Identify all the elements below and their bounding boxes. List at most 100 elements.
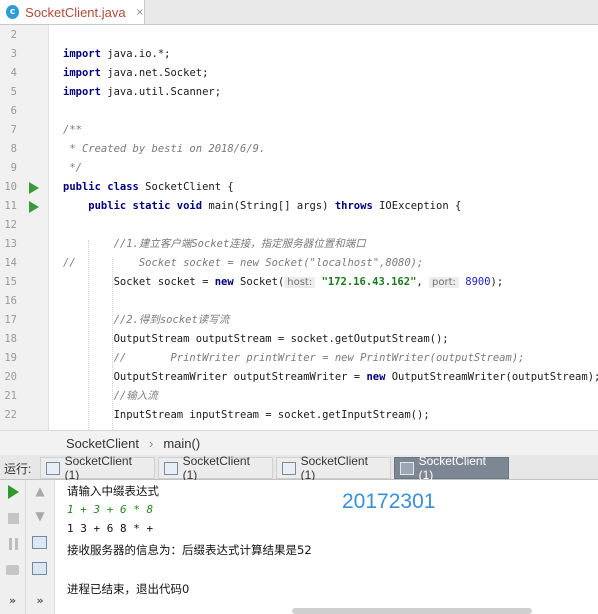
code-text: */ — [63, 159, 82, 178]
run-gutter-icon[interactable] — [29, 182, 39, 194]
breadcrumb-method[interactable]: main() — [163, 436, 200, 451]
soft-wrap-button[interactable] — [31, 534, 48, 550]
code-line[interactable]: 5 import java.util.Scanner; — [0, 83, 598, 102]
code-token: ); — [490, 276, 504, 288]
run-tab-bar: 运行: SocketClient (1) SocketClient (1) So… — [0, 454, 598, 482]
line-number: 13 — [4, 238, 17, 250]
code-token: , — [416, 276, 430, 288]
code-text: // Socket socket = new Socket("localhost… — [63, 254, 423, 273]
code-line[interactable]: 10 public class SocketClient { — [0, 178, 598, 197]
code-line[interactable]: 13 //1.建立客户端Socket连接，指定服务器位置和端口 — [0, 235, 598, 254]
line-number: 10 — [4, 181, 17, 193]
code-token: throws — [334, 200, 373, 212]
scroll-to-end-button[interactable] — [31, 560, 48, 576]
line-number: 21 — [4, 390, 17, 402]
run-config-icon — [400, 461, 414, 475]
code-text: //1.建立客户端Socket连接，指定服务器位置和端口 — [63, 235, 366, 254]
editor-tab-filename: SocketClient.java — [25, 4, 126, 20]
double-chevron-icon: » — [8, 593, 17, 607]
rerun-button[interactable] — [6, 484, 20, 500]
code-text: /** — [63, 121, 82, 140]
code-line[interactable]: 8 * Created by besti on 2018/6/9. — [0, 140, 598, 159]
scroll-up-button[interactable]: ▲ — [32, 483, 48, 499]
scroll-to-end-icon — [32, 561, 47, 575]
line-number: 6 — [10, 105, 17, 117]
code-editor[interactable]: 2 3 import java.io.*; 4 import java.net.Sock… — [0, 25, 598, 430]
code-line[interactable]: 9 */ — [0, 159, 598, 178]
code-token: OutputStreamWriter(outputStream); — [385, 371, 598, 383]
code-token: InputStream inputStream = socket.getInpu… — [63, 409, 430, 421]
code-line[interactable]: 7 /** — [0, 121, 598, 140]
breadcrumb: SocketClient › main() — [0, 430, 598, 456]
code-token: OutputStream outputStream = socket.getOu… — [63, 333, 449, 345]
pause-icon — [8, 538, 19, 550]
run-tab-4-active[interactable]: SocketClient (1) — [394, 454, 509, 482]
code-token: * Created by besti on 2018/6/9. — [63, 143, 266, 155]
code-line[interactable]: 15 Socket socket = new Socket(host: "172… — [0, 273, 598, 292]
code-line[interactable]: 3 import java.io.*; — [0, 45, 598, 64]
close-tab-icon[interactable]: × — [136, 7, 144, 18]
run-tab-1[interactable]: SocketClient (1) — [40, 454, 155, 482]
run-tab-label: SocketClient (1) — [300, 454, 368, 482]
code-token: //2.得到socket读写流 — [63, 314, 230, 326]
dump-threads-button[interactable] — [5, 562, 20, 578]
code-text: OutputStream outputStream = socket.getOu… — [63, 330, 449, 349]
stop-button[interactable] — [6, 510, 20, 526]
run-tab-3[interactable]: SocketClient (1) — [276, 454, 391, 482]
code-line[interactable]: 4 import java.net.Socket; — [0, 64, 598, 83]
code-text: OutputStreamWriter outputStreamWriter = … — [63, 368, 598, 387]
run-toolbar-left: » — [0, 480, 26, 614]
console-line: 请输入中缀表达式 — [67, 484, 159, 498]
code-token: 8900 — [465, 276, 491, 288]
pause-button[interactable] — [6, 536, 20, 552]
more-tools-button-2[interactable]: » — [32, 592, 48, 608]
run-tab-label: SocketClient (1) — [418, 454, 486, 482]
code-line[interactable]: 17 //2.得到socket读写流 — [0, 311, 598, 330]
double-chevron-icon: » — [36, 593, 44, 607]
code-token: java.io.*; — [100, 48, 171, 60]
code-line[interactable]: 6 — [0, 102, 598, 121]
code-line[interactable]: 22 InputStream inputStream = socket.getI… — [0, 406, 598, 425]
code-text: public static void main(String[] args) t… — [63, 197, 461, 216]
parameter-hint: host: — [284, 277, 316, 288]
line-number: 17 — [4, 314, 17, 326]
code-token: SocketClient { — [138, 181, 234, 193]
line-number: 12 — [4, 219, 17, 231]
line-number: 18 — [4, 333, 17, 345]
line-number: 19 — [4, 352, 17, 364]
code-line[interactable]: 18 OutputStream outputStream = socket.ge… — [0, 330, 598, 349]
run-config-icon — [164, 461, 178, 475]
code-token: new — [214, 276, 234, 288]
line-number: 14 — [4, 257, 17, 269]
code-token: // Socket socket = new Socket("localhost… — [63, 257, 424, 269]
code-line[interactable]: 20 OutputStreamWriter outputStreamWriter… — [0, 368, 598, 387]
scroll-down-button[interactable]: ▼ — [32, 508, 48, 524]
more-tools-button[interactable]: » — [5, 592, 20, 608]
code-token: new — [366, 371, 386, 383]
code-text: import java.io.*; — [63, 45, 170, 64]
code-text: public class SocketClient { — [63, 178, 234, 197]
code-token: */ — [63, 162, 82, 174]
run-gutter-icon[interactable] — [29, 201, 39, 213]
code-token: Socket socket = — [63, 276, 215, 288]
horizontal-scrollbar[interactable] — [292, 608, 532, 614]
code-line[interactable]: 2 — [0, 26, 598, 45]
code-token: java.net.Socket; — [100, 67, 209, 79]
play-icon — [7, 485, 19, 499]
breadcrumb-class[interactable]: SocketClient — [66, 436, 139, 451]
code-line[interactable]: 14 // Socket socket = new Socket("localho… — [0, 254, 598, 273]
code-line[interactable]: 19 // PrintWriter printWriter = new Prin… — [0, 349, 598, 368]
code-token: java.util.Scanner; — [100, 86, 222, 98]
camera-icon — [6, 565, 19, 575]
editor-tab-socketclient[interactable]: c SocketClient.java × — [0, 0, 145, 24]
code-token: //输入流 — [63, 390, 158, 402]
console-output[interactable]: 20172301 请输入中缀表达式 1 + 3 + 6 * 8 1 3 + 6 8 … — [55, 480, 598, 614]
code-line[interactable]: 21 //输入流 — [0, 387, 598, 406]
code-text: // PrintWriter printWriter = new PrintWr… — [63, 349, 525, 368]
code-text: * Created by besti on 2018/6/9. — [63, 140, 265, 159]
watermark-text: 20172301 — [342, 490, 436, 513]
code-line[interactable]: 12 — [0, 216, 598, 235]
code-line[interactable]: 16 — [0, 292, 598, 311]
code-line[interactable]: 11 public static void main(String[] args… — [0, 197, 598, 216]
run-tab-2[interactable]: SocketClient (1) — [158, 454, 273, 482]
